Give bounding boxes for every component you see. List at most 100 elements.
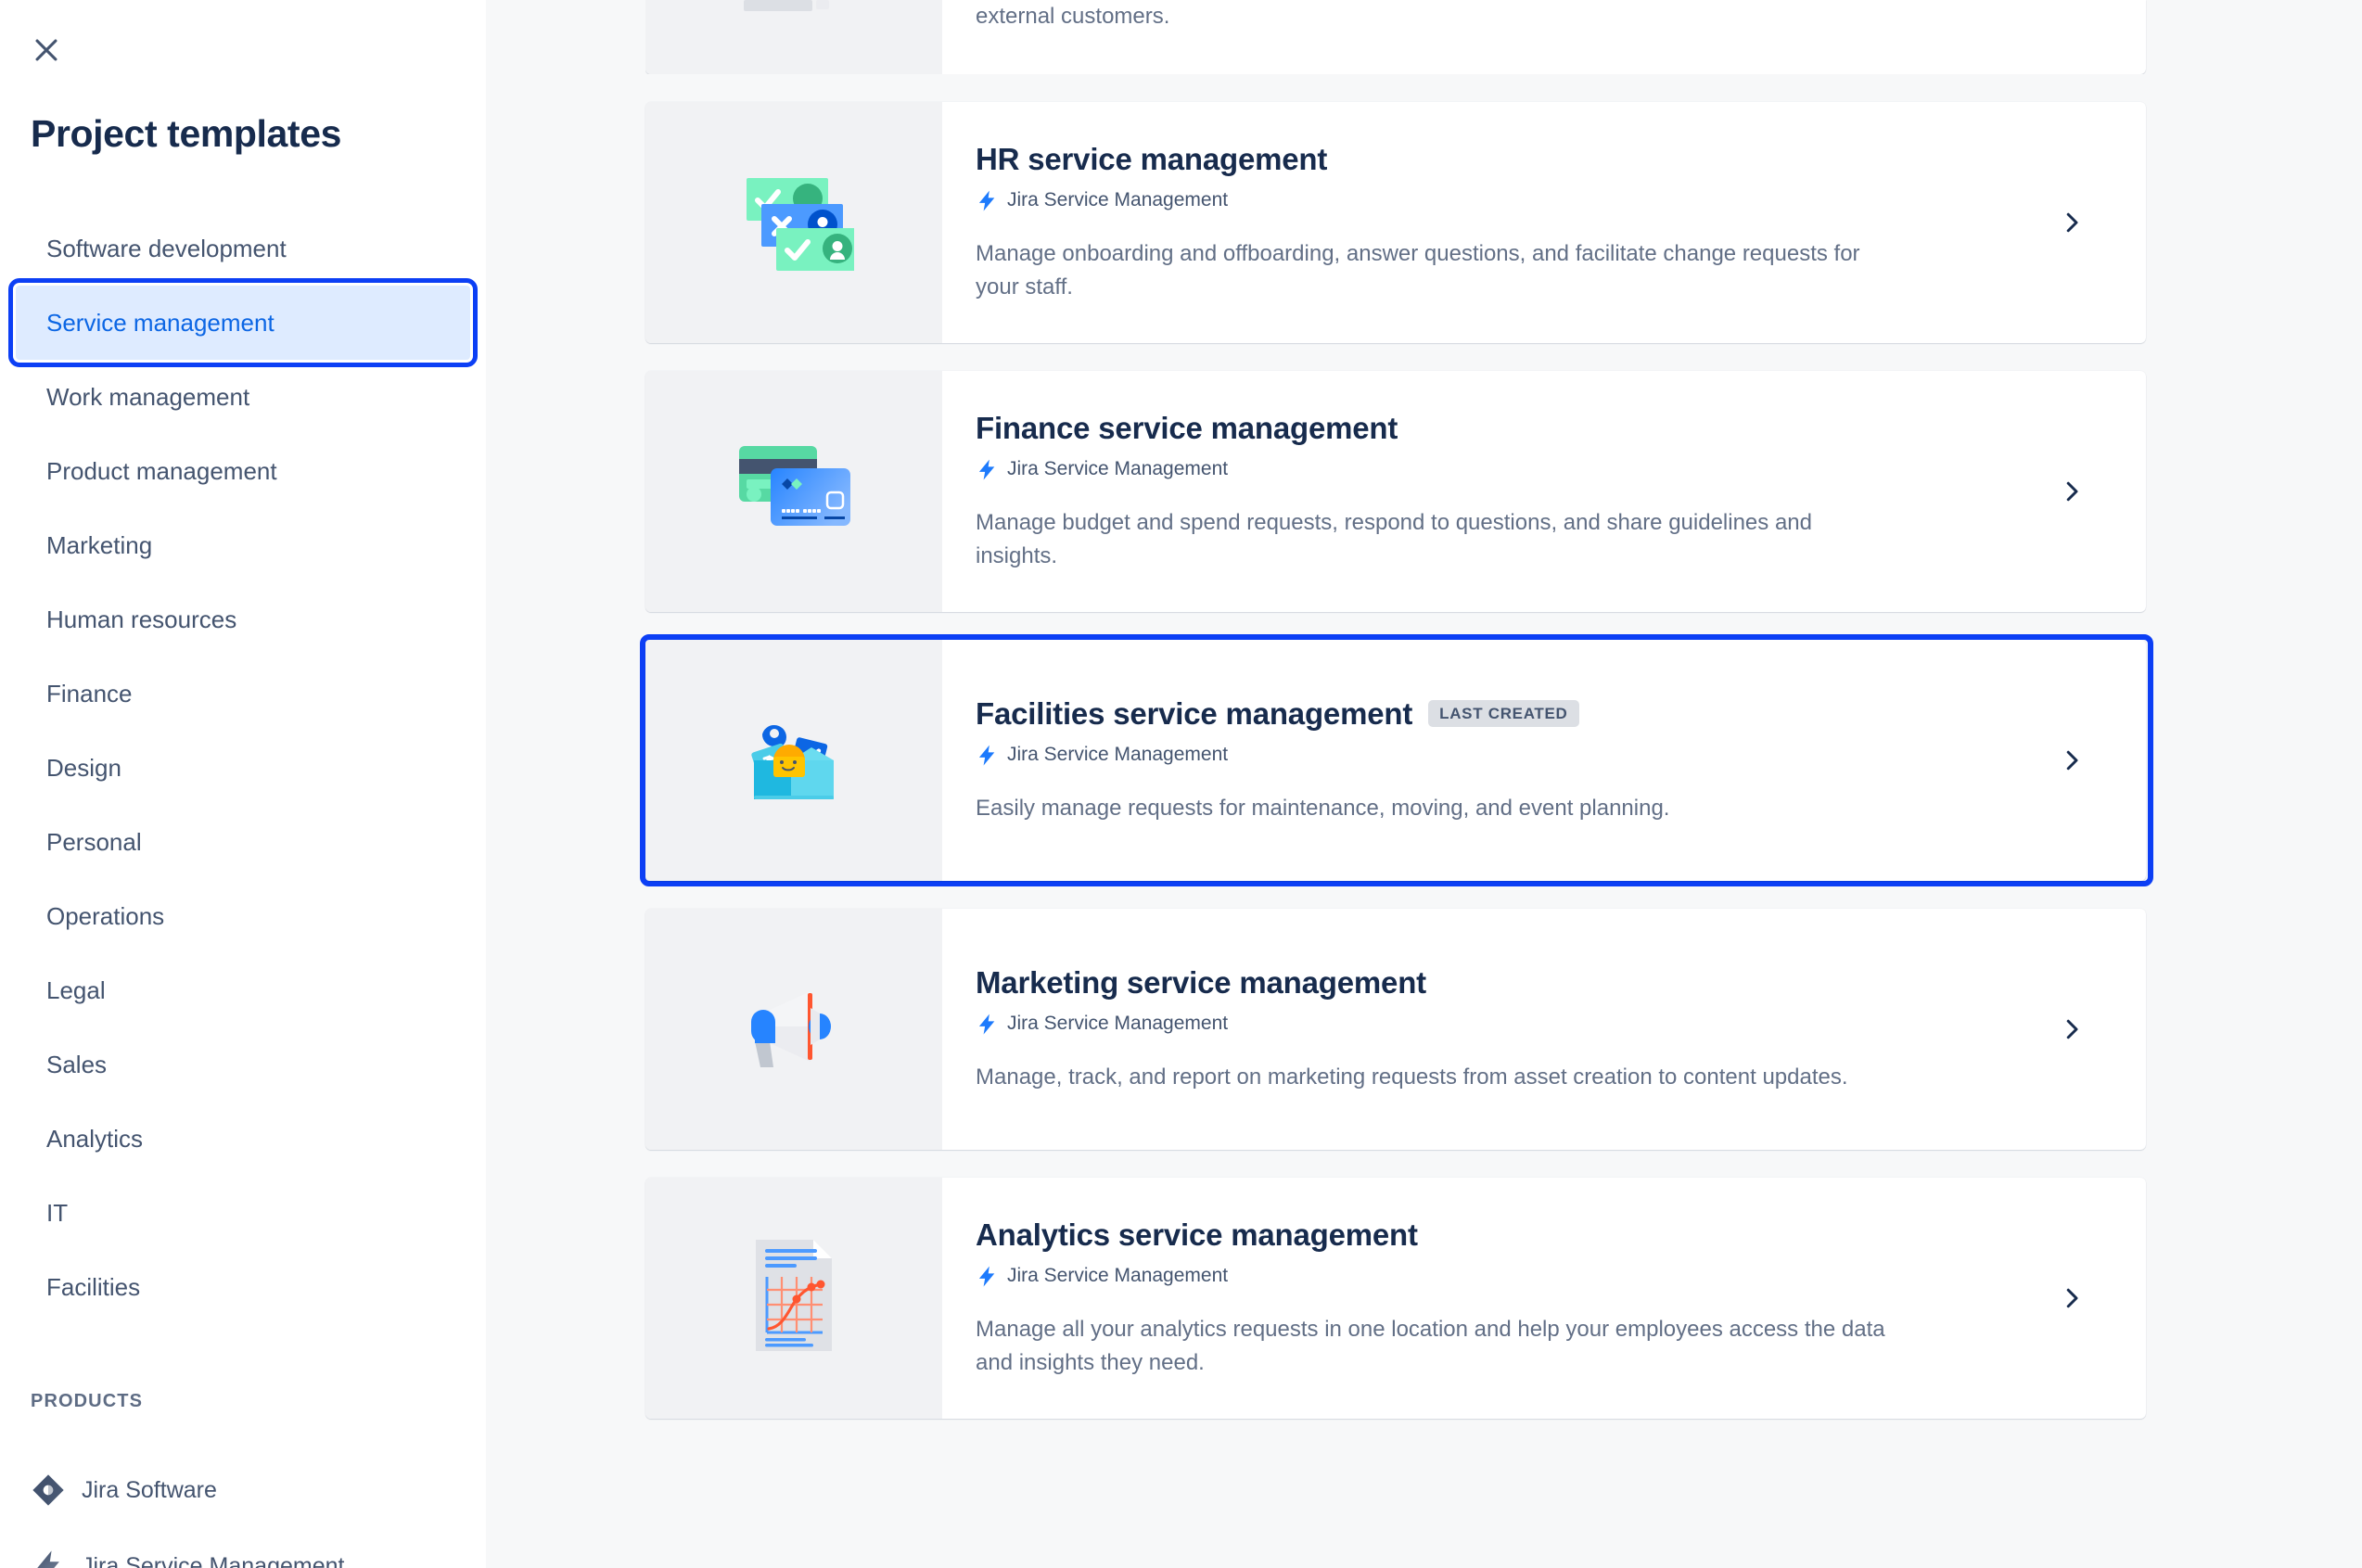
sidebar-item-design[interactable]: Design [16, 731, 470, 805]
page-title: Project templates [31, 112, 341, 155]
sidebar-item-label: Sales [46, 1050, 108, 1078]
sidebar-item-finance[interactable]: Finance [16, 657, 470, 731]
template-card-hr-wrap: HR service management Jira Service Manag… [645, 102, 2148, 343]
chevron-right-icon[interactable] [2056, 1013, 2087, 1045]
template-title-row: Finance service management [976, 411, 2146, 446]
template-description: Manage, track, and report on marketing r… [976, 1064, 1848, 1090]
toolbox-icon [734, 703, 854, 819]
sidebar-item-service-management[interactable]: Service management [8, 278, 478, 367]
template-product-name: Jira Service Management [1007, 744, 1229, 766]
credit-cards-icon [734, 439, 854, 545]
template-card-partial-wrap: external customers. [645, 0, 2148, 74]
sidebar-item-legal[interactable]: Legal [16, 953, 470, 1027]
product-item-label: Jira Service Management [82, 1552, 345, 1568]
template-icon-pane [645, 640, 942, 881]
sidebar-item-label: IT [46, 1198, 69, 1227]
templates-list-pane: external customers. HR service managemen… [486, 0, 2362, 1568]
template-card-partial[interactable]: external customers. [645, 0, 2146, 74]
template-title-row: Facilities service management LAST CREAT… [976, 696, 2146, 732]
template-card-analytics-wrap: Analytics service management Jira Servic… [645, 1178, 2148, 1419]
template-description: Easily manage requests for maintenance, … [976, 795, 1670, 821]
sidebar: Project templates Software development S… [0, 0, 486, 1568]
template-icon-pane [645, 371, 942, 612]
chevron-right-icon[interactable] [2056, 745, 2087, 776]
template-title: Analytics service management [976, 1217, 1418, 1252]
close-icon [31, 34, 62, 66]
template-card-hr-service-management[interactable]: HR service management Jira Service Manag… [645, 102, 2146, 343]
sidebar-item-label: Operations [46, 901, 165, 930]
template-card-body: external customers. [942, 0, 2146, 74]
products-heading: PRODUCTS [31, 1391, 144, 1411]
template-card-body: Analytics service management Jira Servic… [942, 1178, 2146, 1419]
jira-service-management-bolt-icon [976, 458, 999, 481]
product-item-jira-software[interactable]: Jira Software [31, 1472, 217, 1508]
sidebar-item-analytics[interactable]: Analytics [16, 1102, 470, 1176]
template-card-finance-wrap: Finance service management Jira Service … [645, 371, 2148, 612]
chevron-right-icon[interactable] [2056, 1282, 2087, 1314]
sidebar-item-human-resources[interactable]: Human resources [16, 582, 470, 657]
jira-service-management-bolt-icon [976, 1013, 999, 1036]
sidebar-item-product-management[interactable]: Product management [16, 434, 470, 508]
sidebar-item-label: Facilities [46, 1272, 141, 1301]
jira-service-management-icon [31, 1549, 66, 1568]
jira-service-management-bolt-icon [976, 744, 999, 767]
sidebar-item-operations[interactable]: Operations [16, 879, 470, 953]
template-product-name: Jira Service Management [1007, 1013, 1229, 1035]
report-chart-icon [743, 1236, 845, 1361]
template-description: Manage budget and spend requests, respon… [976, 509, 1812, 568]
template-card-body: HR service management Jira Service Manag… [942, 102, 2146, 343]
product-item-jira-service-management[interactable]: Jira Service Management [31, 1549, 344, 1568]
template-product-line: Jira Service Management [976, 189, 2146, 212]
template-product-line: Jira Service Management [976, 1265, 2146, 1288]
sidebar-item-label: Service management [46, 308, 275, 337]
sidebar-item-personal[interactable]: Personal [16, 805, 470, 879]
template-title-row: Analytics service management [976, 1217, 2146, 1253]
sidebar-item-label: Analytics [46, 1124, 144, 1153]
template-card-body: Facilities service management LAST CREAT… [942, 640, 2146, 881]
template-title-row: HR service management [976, 142, 2146, 177]
status-badge: LAST CREATED [1428, 700, 1579, 728]
jira-service-management-bolt-icon [976, 1265, 999, 1288]
template-card-body: Marketing service management Jira Servic… [942, 909, 2146, 1150]
partial-icon [738, 0, 849, 60]
template-product-name: Jira Service Management [1007, 189, 1229, 211]
template-icon-pane [645, 909, 942, 1150]
template-product-line: Jira Service Management [976, 1013, 2146, 1036]
template-description: Manage onboarding and offboarding, answe… [976, 240, 1860, 300]
template-product-line: Jira Service Management [976, 458, 2146, 481]
category-nav: Software development Service management … [0, 211, 486, 1324]
chevron-right-icon[interactable] [2056, 476, 2087, 507]
template-card-finance-service-management[interactable]: Finance service management Jira Service … [645, 371, 2146, 612]
template-product-name: Jira Service Management [1007, 1265, 1229, 1287]
sidebar-item-marketing[interactable]: Marketing [16, 508, 470, 582]
jira-service-management-bolt-icon [976, 189, 999, 212]
jira-software-icon [31, 1472, 66, 1508]
template-card-facilities-service-management[interactable]: Facilities service management LAST CREAT… [645, 640, 2146, 881]
sidebar-item-software-development[interactable]: Software development [16, 211, 470, 286]
sidebar-item-label: Work management [46, 382, 250, 411]
template-title: Finance service management [976, 410, 1398, 445]
sidebar-item-label: Human resources [46, 605, 237, 633]
template-icon-pane [645, 102, 942, 343]
sidebar-item-label: Design [46, 753, 121, 782]
sidebar-item-sales[interactable]: Sales [16, 1027, 470, 1102]
chevron-right-icon[interactable] [2056, 207, 2087, 238]
sidebar-item-label: Marketing [46, 530, 153, 559]
template-product-name: Jira Service Management [1007, 458, 1229, 480]
template-description-tail: external customers. [976, 4, 1170, 29]
template-title: HR service management [976, 141, 1328, 176]
sidebar-item-label: Legal [46, 975, 106, 1004]
sidebar-item-facilities[interactable]: Facilities [16, 1250, 470, 1324]
template-title-row: Marketing service management [976, 965, 2146, 1001]
sidebar-item-label: Finance [46, 679, 133, 708]
template-card-marketing-service-management[interactable]: Marketing service management Jira Servic… [645, 909, 2146, 1150]
close-button[interactable] [17, 20, 76, 80]
template-card-marketing-wrap: Marketing service management Jira Servic… [645, 909, 2148, 1150]
template-card-analytics-service-management[interactable]: Analytics service management Jira Servic… [645, 1178, 2146, 1419]
template-card-facilities-wrap: Facilities service management LAST CREAT… [640, 634, 2153, 886]
template-product-line: Jira Service Management [976, 744, 2146, 767]
sidebar-item-it[interactable]: IT [16, 1176, 470, 1250]
sidebar-item-work-management[interactable]: Work management [16, 360, 470, 434]
template-description: Manage all your analytics requests in on… [976, 1316, 1885, 1375]
template-title: Marketing service management [976, 964, 1426, 1000]
